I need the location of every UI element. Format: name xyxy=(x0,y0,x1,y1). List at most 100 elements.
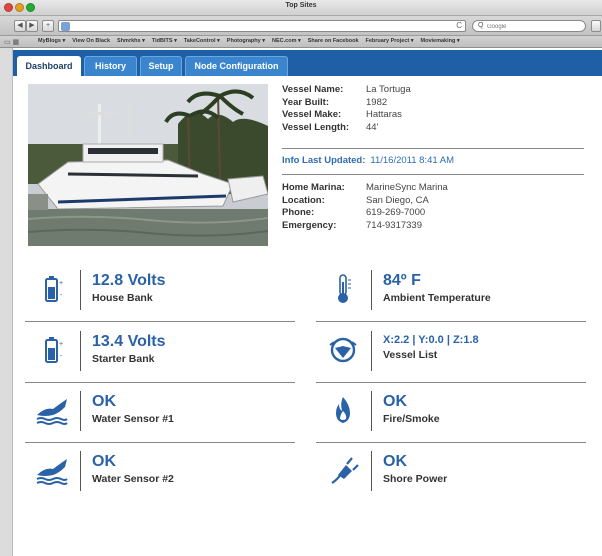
battery-icon: + - xyxy=(45,276,63,302)
bookmark-item[interactable]: February Project ▾ xyxy=(366,38,414,44)
vessel-make-row: Vessel Make: Hattaras xyxy=(282,109,411,122)
divider xyxy=(282,148,584,149)
phone-row: Phone: 619-269-7000 xyxy=(282,207,448,220)
house-bank-tile[interactable]: + - 12.8 Volts House Bank xyxy=(25,264,295,324)
water-sensor-1-label: Water Sensor #1 xyxy=(92,413,174,425)
vessel-details: Vessel Name: La Tortuga Year Built: 1982 V… xyxy=(282,84,411,134)
bookmark-item[interactable]: Photography ▾ xyxy=(227,38,265,44)
vessel-list-tile[interactable]: X:2.2 | Y:0.0 | Z:1.8 Vessel List xyxy=(316,325,586,385)
phone-value: 619-269-7000 xyxy=(366,207,426,218)
ambient-temperature-label: Ambient Temperature xyxy=(383,292,491,304)
browser-toolbar: ◀ ▶ + C Q xyxy=(0,16,602,36)
water-sensor-2-tile[interactable]: OK Water Sensor #2 xyxy=(25,445,295,505)
vessel-make-label: Vessel Make: xyxy=(282,109,342,120)
title-bar: Top Sites xyxy=(0,0,602,16)
fire-smoke-tile[interactable]: OK Fire/Smoke xyxy=(316,385,586,445)
vessel-photo xyxy=(28,84,268,246)
location-value: San Diego, CA xyxy=(366,194,429,206)
bookmark-item[interactable]: NEC.com ▾ xyxy=(272,38,301,44)
shore-power-value: OK xyxy=(383,453,407,470)
tile-separator xyxy=(80,391,81,431)
back-button[interactable]: ◀ xyxy=(14,20,26,32)
page-margin xyxy=(0,48,12,556)
home-marina-label: Home Marina: xyxy=(282,182,345,193)
year-built-row: Year Built: 1982 xyxy=(282,97,411,110)
water-sensor-1-value: OK xyxy=(92,393,116,410)
bookmark-item[interactable]: Share on Facebook xyxy=(308,38,359,44)
tile-separator xyxy=(80,331,81,371)
emergency-label: Emergency: xyxy=(282,219,337,231)
bookmark-item[interactable]: Moviemaking ▾ xyxy=(421,38,460,44)
starter-bank-tile[interactable]: + - 13.4 Volts Starter Bank xyxy=(25,325,295,385)
window-title: Top Sites xyxy=(285,2,317,9)
bookmark-item[interactable]: TidBITS ▾ xyxy=(152,38,177,44)
ambient-temperature-tile[interactable]: 84º F Ambient Temperature xyxy=(316,264,586,324)
location-label: Location: xyxy=(282,194,325,206)
tile-divider xyxy=(316,321,586,322)
vessel-length-row: Vessel Length: 44' xyxy=(282,122,411,135)
bookmarks-book-icon[interactable]: ▭ ▦ xyxy=(4,38,19,46)
page-content: Dashboard History Setup Node Configurati… xyxy=(12,48,602,556)
tile-separator xyxy=(371,331,372,371)
tile-separator xyxy=(80,270,81,310)
tile-separator xyxy=(80,451,81,491)
starter-bank-label: Starter Bank xyxy=(92,353,155,365)
vessel-name-label: Vessel Name: xyxy=(282,84,344,95)
tile-divider xyxy=(25,321,295,322)
info-last-updated: Info Last Updated: 11/16/2011 8:41 AM xyxy=(282,155,454,166)
home-marina-row: Home Marina: MarineSync Marina xyxy=(282,182,448,195)
contact-details: Home Marina: MarineSync Marina Location: S… xyxy=(282,182,448,232)
compass-icon xyxy=(329,337,357,363)
water-sensor-1-tile[interactable]: OK Water Sensor #1 xyxy=(25,385,295,445)
bookmark-item[interactable]: TakeControl ▾ xyxy=(184,38,220,44)
tile-divider xyxy=(316,382,586,383)
emergency-row: Emergency: 714-9317339 xyxy=(282,220,448,233)
last-updated-label: Info Last Updated: xyxy=(282,155,366,166)
forward-button[interactable]: ▶ xyxy=(26,20,38,32)
last-updated-value: 11/16/2011 8:41 AM xyxy=(370,155,455,166)
divider xyxy=(282,174,584,175)
svg-text:+: + xyxy=(59,341,63,348)
power-plug-icon xyxy=(331,457,359,484)
search-field[interactable]: Q xyxy=(472,20,586,32)
tab-setup[interactable]: Setup xyxy=(140,56,182,76)
tab-history[interactable]: History xyxy=(84,56,137,76)
bookmarks-bar: ▭ ▦ MyBlogs ▾ View On Black Shmrkhs ▾ TidBI… xyxy=(0,36,602,48)
bookmark-item[interactable]: Shmrkhs ▾ xyxy=(117,38,145,44)
flame-icon xyxy=(336,397,350,423)
tab-node-configuration[interactable]: Node Configuration xyxy=(185,56,288,76)
thermometer-icon xyxy=(338,274,351,303)
add-bookmark-button[interactable]: + xyxy=(42,20,54,32)
bookmark-item[interactable]: MyBlogs ▾ xyxy=(38,38,65,44)
water-sensor-2-value: OK xyxy=(92,453,116,470)
fire-smoke-value: OK xyxy=(383,393,407,410)
browser-window: Top Sites ◀ ▶ + C Q ▭ ▦ MyBlogs ▾ View On… xyxy=(0,0,602,556)
bookmark-item[interactable]: View On Black xyxy=(72,38,110,44)
toolbar-overflow-button[interactable] xyxy=(591,20,601,32)
tile-separator xyxy=(371,391,372,431)
year-built-value: 1982 xyxy=(366,96,388,108)
vessel-name-row: Vessel Name: La Tortuga xyxy=(282,84,411,97)
battery-icon: + - xyxy=(45,337,63,363)
svg-text:-: - xyxy=(60,353,63,360)
shore-power-label: Shore Power xyxy=(383,473,448,485)
site-favicon-icon xyxy=(61,22,70,31)
search-input[interactable] xyxy=(487,22,581,31)
tile-divider xyxy=(25,442,295,443)
tab-dashboard[interactable]: Dashboard xyxy=(17,56,81,76)
water-wave-icon xyxy=(36,399,68,425)
search-icon: Q xyxy=(478,22,484,29)
emergency-value: 714-9317339 xyxy=(366,219,422,231)
bookmarks-list: MyBlogs ▾ View On Black Shmrkhs ▾ TidBITS ▾… xyxy=(38,38,460,44)
address-bar[interactable]: C xyxy=(58,20,466,32)
reload-icon[interactable]: C xyxy=(456,21,462,31)
starter-bank-value: 13.4 Volts xyxy=(92,333,166,350)
vessel-length-label: Vessel Length: xyxy=(282,121,350,133)
shore-power-tile[interactable]: OK Shore Power xyxy=(316,445,586,505)
tile-divider xyxy=(316,442,586,443)
location-row: Location: San Diego, CA xyxy=(282,195,448,208)
svg-text:+: + xyxy=(59,280,63,287)
fire-smoke-label: Fire/Smoke xyxy=(383,413,440,425)
svg-text:-: - xyxy=(60,292,63,299)
vessel-length-value: 44' xyxy=(366,121,379,133)
